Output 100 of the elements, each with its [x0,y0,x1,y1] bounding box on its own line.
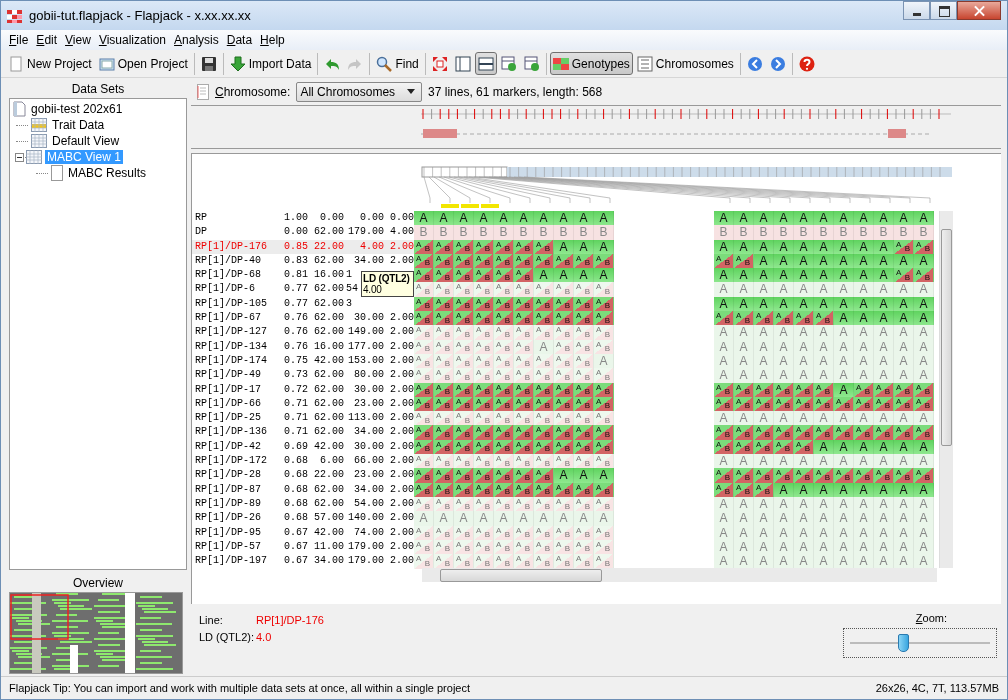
line-name-cell[interactable]: RP[1]/DP-42 [192,439,283,455]
save-icon [200,55,217,72]
expander-icon[interactable] [15,152,24,162]
line-name-cell[interactable]: RP[1]/DP-89 [192,496,283,512]
genotype-cell: A B [534,554,554,569]
line-name-cell[interactable]: RP[1]/DP-57 [192,539,283,555]
chromosome-dropdown[interactable]: All Chromosomes [296,81,423,102]
zoom-slider[interactable] [843,628,997,659]
genotype-cell: A [854,554,874,569]
line-name-cell[interactable]: DP [192,225,283,240]
genotype-cell: A [514,511,534,526]
genotype-cell: A [894,211,914,226]
tree-item[interactable]: gobii-test 202x61 [29,102,125,116]
genotype-grid-icon [552,55,569,72]
line-name-cell[interactable]: RP[1]/DP-17 [192,382,283,398]
line-name-cell[interactable]: RP[1]/DP-28 [192,468,283,483]
toolbar-button[interactable]: New Project [5,52,95,75]
line-name-cell[interactable]: RP[1]/DP-66 [192,396,283,412]
score-cell-text: 2.00 [389,425,414,440]
genotype-cell: A B [554,311,574,326]
genotype-cell: A B [494,311,514,326]
line-name-cell[interactable]: RP[1]/DP-197 [192,554,283,569]
tree-item[interactable]: Default View [50,134,122,148]
line-name-cell[interactable]: RP[1]/DP-174 [192,353,283,369]
genotype-cell: A [894,311,914,326]
score-cell-text: 23.00 [353,396,384,411]
score-cell-text: 2.00 [389,511,414,526]
slider-thumb[interactable] [898,634,910,653]
menu-item[interactable]: Analysis [170,33,223,47]
line-name-cell[interactable]: RP[1]/DP-49 [192,368,283,383]
line-name-cell[interactable]: RP[1]/DP-127 [192,325,283,340]
genotype-cell: A B [534,325,554,340]
score-cell-text: 62.00 [313,382,344,397]
line-name-cell[interactable]: RP[1]/DP-6 [192,282,283,298]
genotype-cell: A B [454,368,474,383]
score-cell-text: 0.76 [283,311,308,326]
line-name-cell[interactable]: RP[1]/DP-25 [192,411,283,426]
toolbar-button[interactable]: Chromosomes [633,52,737,75]
score-cell-text: 2.00 [389,253,414,268]
genotype-cell: A [494,511,514,526]
genotype-cell: B [414,225,434,240]
genotype-cell: A [794,454,814,469]
line-name-cell[interactable]: RP[1]/DP-67 [192,311,283,326]
toolbar-button[interactable]: Find [373,52,422,75]
genotype-cell: A [414,211,434,226]
line-name-cell[interactable]: RP[1]/DP-136 [192,425,283,441]
line-name-cell[interactable]: RP[1]/DP-40 [192,253,283,269]
score-cell-text: 0.00 [389,211,414,225]
minimize-button[interactable] [903,1,930,20]
row-layout-button[interactable] [474,52,497,75]
line-name-cell[interactable]: RP[1]/DP-95 [192,525,283,541]
genotype-cell: A [914,282,934,298]
genotype-cell: A [734,368,754,383]
genotype-cell: A [454,211,474,226]
genotype-cell: A B [754,468,774,483]
score-cell-text: 23.00 [353,468,384,483]
zoom-label: Zoom: [915,612,947,625]
menu-item[interactable]: Help [256,33,289,47]
line-name-cell[interactable]: RP[1]/DP-87 [192,482,283,498]
detail-value: 4.0 [256,631,272,644]
tree-item[interactable]: MABC Results [66,166,149,180]
line-name-cell[interactable]: RP[1]/DP-26 [192,511,283,526]
score-cell-text: 34.00 [353,482,384,497]
line-name-cell[interactable]: RP[1]/DP-176 [192,239,283,255]
line-name-cell[interactable]: RP[1]/DP-105 [192,296,283,312]
score-cell-text: 0.73 [283,368,308,383]
genotype-cell: A [814,268,834,283]
toolbar-button[interactable]: Import Data [226,52,315,75]
score-cell-text: 0.71 [283,396,308,411]
toolbar-button[interactable]: Open Project [95,52,191,75]
genotype-cell: A B [574,325,594,340]
close-button[interactable] [957,1,1001,20]
vertical-scrollbar[interactable] [939,211,953,569]
line-name-cell[interactable]: RP[1]/DP-172 [192,454,283,469]
score-cell-text: 113.00 [347,411,384,426]
genotype-cell: A [834,211,854,226]
line-name-cell[interactable]: RP[1]/DP-68 [192,268,283,283]
menu-item[interactable]: File [5,33,33,47]
menu-item[interactable]: Edit [32,33,62,47]
maximize-button[interactable] [930,1,957,20]
genotype-cell: A [834,411,854,426]
toolbar-button[interactable]: Genotypes [549,52,633,75]
score-cell-text: 62.00 [313,496,344,511]
menu-item[interactable]: Data [222,33,257,47]
score-cell-text: 2.00 [389,439,414,454]
line-name-cell[interactable]: RP [192,211,283,226]
genotype-cell: A [774,511,794,526]
genotype-cell: A [854,268,874,283]
line-name-cell[interactable]: RP[1]/DP-134 [192,339,283,355]
genotype-cell: A B [434,268,454,283]
score-cell-text: 80.00 [353,368,384,383]
genotype-cell: A B [534,425,554,441]
tree-item[interactable]: Trait Data [50,118,107,132]
score-cell-text: 0.69 [283,439,308,454]
menu-item[interactable]: Visualization [94,33,171,47]
viewport-frame[interactable] [10,594,69,640]
menu-item[interactable]: View [61,33,95,47]
window-title: gobii-tut.flapjack - Flapjack - x.xx.xx.xx [29,8,251,23]
genotype-cell: A B [414,282,434,298]
horizontal-scrollbar[interactable] [422,568,937,583]
